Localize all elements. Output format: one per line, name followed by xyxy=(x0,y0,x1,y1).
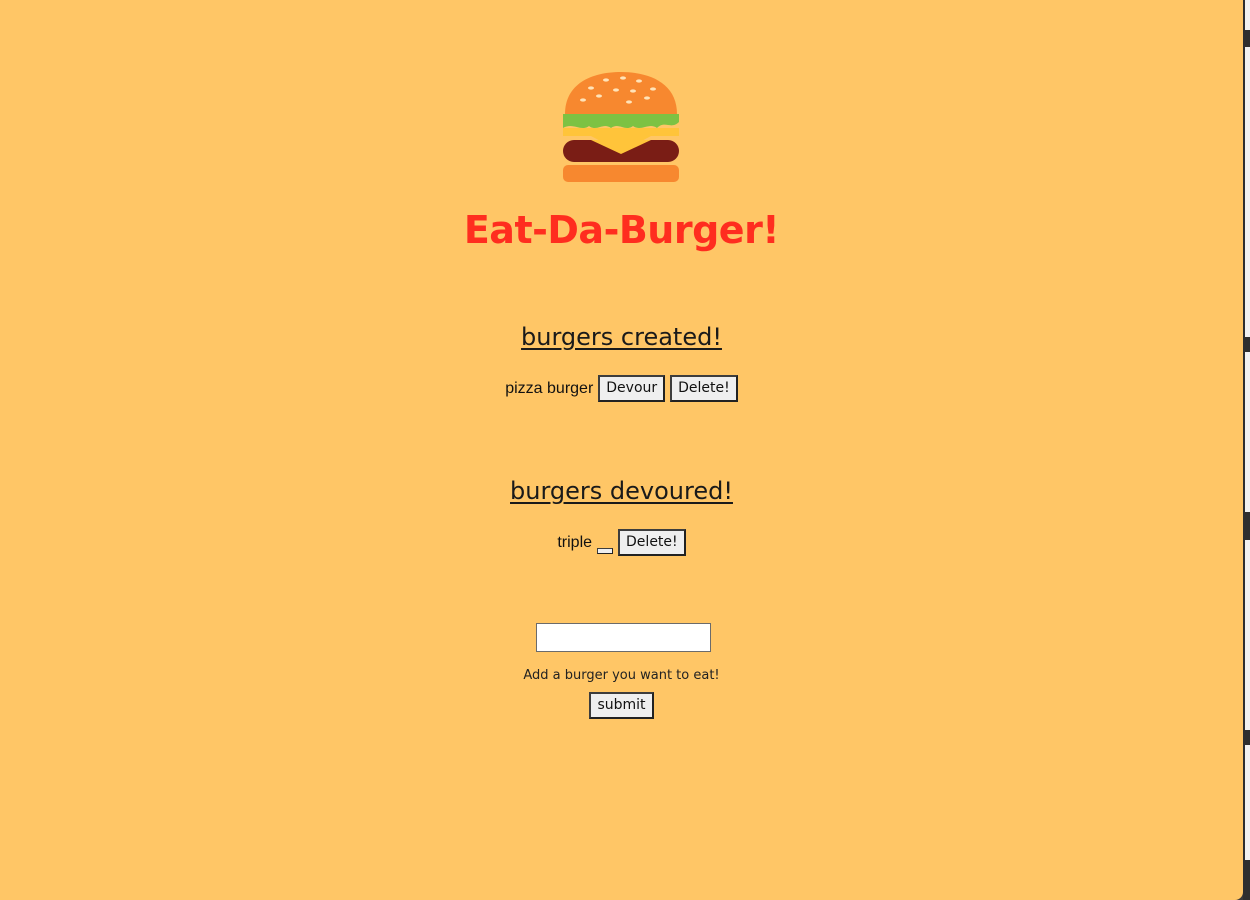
delete-button[interactable]: Delete! xyxy=(618,529,686,556)
burger-name: triple xyxy=(557,533,593,551)
list-item: triple Delete! xyxy=(0,529,1243,556)
input-hint: Add a burger you want to eat! xyxy=(523,668,720,683)
created-section-heading: burgers created! xyxy=(521,323,722,351)
burger-name-input[interactable] xyxy=(536,623,711,652)
submit-button[interactable]: submit xyxy=(589,692,654,719)
list-item: pizza burger Devour Delete! xyxy=(0,375,1243,402)
window-edge xyxy=(1243,0,1250,900)
submit-container: submit xyxy=(0,692,1243,719)
devoured-section-heading: burgers devoured! xyxy=(510,477,733,505)
burger-name: pizza burger xyxy=(505,379,594,397)
delete-button[interactable]: Delete! xyxy=(670,375,738,402)
page-title: Eat-Da-Burger! xyxy=(463,208,780,252)
burger-icon xyxy=(563,72,679,182)
devour-button[interactable]: Devour xyxy=(598,375,666,402)
empty-button[interactable] xyxy=(597,548,614,554)
page-background: Eat-Da-Burger! burgers created! pizza bu… xyxy=(0,0,1243,900)
